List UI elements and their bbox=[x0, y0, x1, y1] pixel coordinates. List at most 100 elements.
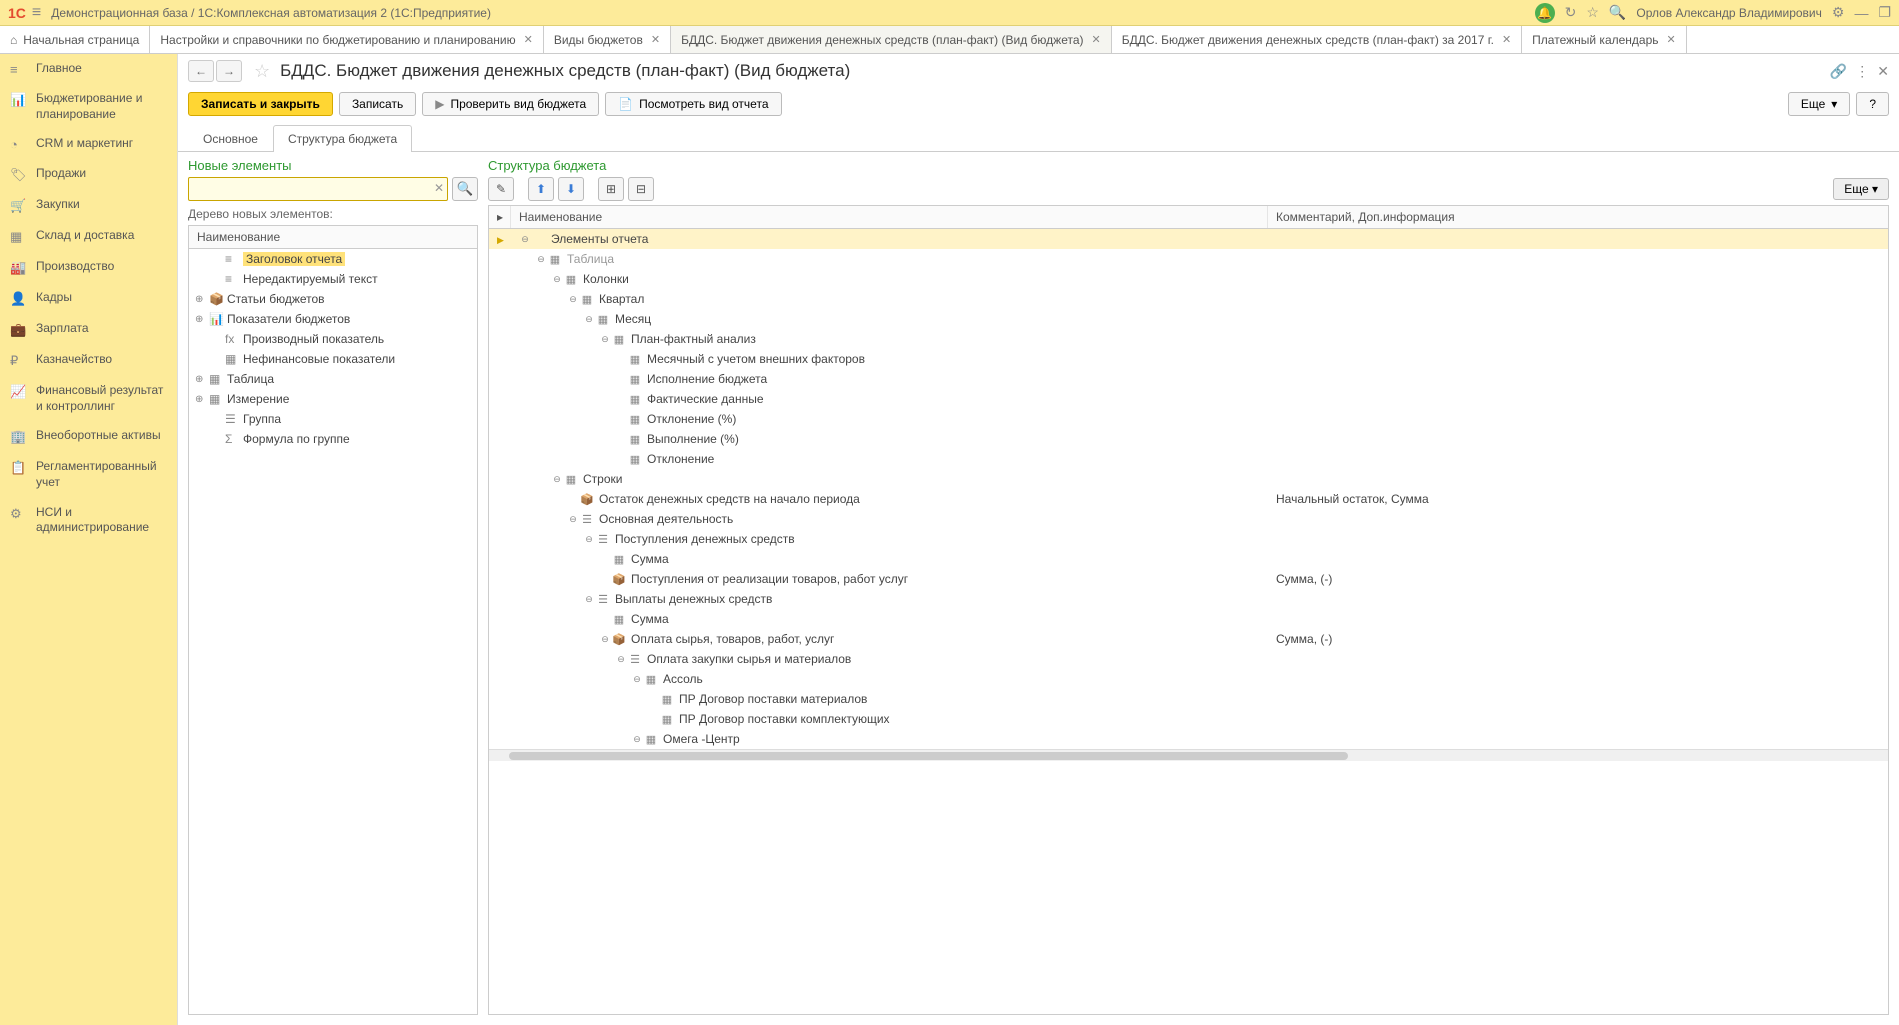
element-row-3[interactable]: ⊕📊Показатели бюджетов bbox=[189, 309, 477, 329]
move-down-button[interactable]: ⬇ bbox=[558, 177, 584, 201]
tab-close-icon[interactable]: ✕ bbox=[1092, 33, 1101, 46]
structure-row-25[interactable]: ⊖▦Омега -Центр bbox=[489, 729, 1888, 749]
notifications-icon[interactable]: 🔔 bbox=[1535, 3, 1555, 23]
expand-icon[interactable]: ⊖ bbox=[631, 734, 643, 745]
structure-row-7[interactable]: ▦Исполнение бюджета bbox=[489, 369, 1888, 389]
help-button[interactable]: ? bbox=[1856, 92, 1889, 116]
structure-row-8[interactable]: ▦Фактические данные bbox=[489, 389, 1888, 409]
minimize-icon[interactable]: — bbox=[1854, 5, 1868, 21]
structure-more-button[interactable]: Еще ▾ bbox=[1833, 178, 1889, 200]
restore-icon[interactable]: ❐ bbox=[1878, 4, 1891, 21]
element-row-4[interactable]: fxПроизводный показатель bbox=[189, 329, 477, 349]
expand-icon[interactable]: ⊕ bbox=[195, 374, 209, 385]
expand-icon[interactable]: ⊖ bbox=[599, 634, 611, 645]
view-report-button[interactable]: 📄 Посмотреть вид отчета bbox=[605, 92, 781, 116]
structure-row-14[interactable]: ⊖☰Основная деятельность bbox=[489, 509, 1888, 529]
sidebar-item-8[interactable]: 💼Зарплата bbox=[0, 314, 177, 345]
structure-row-1[interactable]: ⊖▦Таблица bbox=[489, 249, 1888, 269]
element-row-5[interactable]: ▦Нефинансовые показатели bbox=[189, 349, 477, 369]
sidebar-item-12[interactable]: 📋Регламентированный учет bbox=[0, 452, 177, 497]
structure-row-3[interactable]: ⊖▦Квартал bbox=[489, 289, 1888, 309]
expand-icon[interactable]: ⊕ bbox=[195, 394, 209, 405]
expand-icon[interactable]: ⊖ bbox=[551, 274, 563, 285]
nav-back-button[interactable]: ← bbox=[188, 60, 214, 82]
save-and-close-button[interactable]: Записать и закрыть bbox=[188, 92, 333, 116]
history-icon[interactable]: ↻ bbox=[1565, 4, 1577, 21]
structure-row-21[interactable]: ⊖☰Оплата закупки сырья и материалов bbox=[489, 649, 1888, 669]
structure-row-0[interactable]: ⊖Элементы отчета bbox=[489, 229, 1888, 249]
link-icon[interactable]: 🔗 bbox=[1830, 63, 1847, 80]
search-button[interactable]: 🔍 bbox=[452, 177, 478, 201]
tab-0[interactable]: ⌂Начальная страница bbox=[0, 26, 150, 53]
sidebar-item-2[interactable]: ◔CRM и маркетинг bbox=[0, 129, 177, 159]
edit-button[interactable]: ✎ bbox=[488, 177, 514, 201]
search-input[interactable] bbox=[188, 177, 448, 201]
structure-row-12[interactable]: ⊖▦Строки bbox=[489, 469, 1888, 489]
structure-row-19[interactable]: ▦Сумма bbox=[489, 609, 1888, 629]
main-menu-icon[interactable]: ≡ bbox=[32, 4, 41, 22]
close-page-icon[interactable]: ✕ bbox=[1877, 63, 1889, 80]
element-row-8[interactable]: ☰Группа bbox=[189, 409, 477, 429]
clear-search-icon[interactable]: ✕ bbox=[434, 181, 444, 195]
tab-2[interactable]: Виды бюджетов✕ bbox=[544, 26, 671, 53]
sidebar-item-1[interactable]: 📊Бюджетирование и планирование bbox=[0, 84, 177, 129]
structure-row-22[interactable]: ⊖▦Ассоль bbox=[489, 669, 1888, 689]
user-name[interactable]: Орлов Александр Владимирович bbox=[1636, 6, 1822, 20]
inner-tab-1[interactable]: Структура бюджета bbox=[273, 125, 412, 152]
tab-close-icon[interactable]: ✕ bbox=[1502, 33, 1511, 46]
sidebar-item-13[interactable]: ⚙НСИ и администрирование bbox=[0, 498, 177, 543]
name-column-header[interactable]: Наименование bbox=[511, 206, 1268, 228]
sidebar-item-5[interactable]: ▦Склад и доставка bbox=[0, 221, 177, 252]
favorites-icon[interactable]: ☆ bbox=[1586, 4, 1599, 21]
structure-row-6[interactable]: ▦Месячный с учетом внешних факторов bbox=[489, 349, 1888, 369]
more-icon[interactable]: ⋮ bbox=[1855, 63, 1869, 80]
collapse-all-button[interactable]: ⊟ bbox=[628, 177, 654, 201]
expand-icon[interactable]: ⊖ bbox=[631, 674, 643, 685]
tab-4[interactable]: БДДС. Бюджет движения денежных средств (… bbox=[1112, 26, 1522, 53]
sidebar-item-10[interactable]: 📈Финансовый результат и контроллинг bbox=[0, 376, 177, 421]
structure-row-17[interactable]: 📦Поступления от реализации товаров, рабо… bbox=[489, 569, 1888, 589]
expand-icon[interactable]: ⊕ bbox=[195, 294, 209, 305]
structure-row-9[interactable]: ▦Отклонение (%) bbox=[489, 409, 1888, 429]
search-icon[interactable]: 🔍 bbox=[1609, 4, 1626, 21]
element-row-1[interactable]: ≡Нередактируемый текст bbox=[189, 269, 477, 289]
tab-3[interactable]: БДДС. Бюджет движения денежных средств (… bbox=[671, 26, 1112, 53]
structure-row-5[interactable]: ⊖▦План-фактный анализ bbox=[489, 329, 1888, 349]
structure-row-23[interactable]: ▦ПР Договор поставки материалов bbox=[489, 689, 1888, 709]
tab-close-icon[interactable]: ✕ bbox=[524, 33, 533, 46]
structure-row-2[interactable]: ⊖▦Колонки bbox=[489, 269, 1888, 289]
comment-column-header[interactable]: Комментарий, Доп.информация bbox=[1268, 206, 1888, 228]
tab-5[interactable]: Платежный календарь✕ bbox=[1522, 26, 1687, 53]
structure-row-13[interactable]: 📦Остаток денежных средств на начало пери… bbox=[489, 489, 1888, 509]
sidebar-item-0[interactable]: ≡Главное bbox=[0, 54, 177, 84]
more-button[interactable]: Еще ▾ bbox=[1788, 92, 1850, 116]
sidebar-item-7[interactable]: 👤Кадры bbox=[0, 283, 177, 314]
sidebar-item-3[interactable]: 🏷Продажи bbox=[0, 159, 177, 190]
element-row-2[interactable]: ⊕📦Статьи бюджетов bbox=[189, 289, 477, 309]
element-row-6[interactable]: ⊕▦Таблица bbox=[189, 369, 477, 389]
structure-row-11[interactable]: ▦Отклонение bbox=[489, 449, 1888, 469]
expand-icon[interactable]: ⊖ bbox=[551, 474, 563, 485]
element-row-9[interactable]: ΣФормула по группе bbox=[189, 429, 477, 449]
structure-row-24[interactable]: ▦ПР Договор поставки комплектующих bbox=[489, 709, 1888, 729]
expand-all-button[interactable]: ⊞ bbox=[598, 177, 624, 201]
sidebar-item-9[interactable]: ₽Казначейство bbox=[0, 345, 177, 376]
nav-forward-button[interactable]: → bbox=[216, 60, 242, 82]
expand-icon[interactable]: ⊕ bbox=[195, 314, 209, 325]
structure-row-4[interactable]: ⊖▦Месяц bbox=[489, 309, 1888, 329]
expand-icon[interactable]: ⊖ bbox=[567, 294, 579, 305]
sidebar-item-4[interactable]: 🛒Закупки bbox=[0, 190, 177, 221]
structure-row-10[interactable]: ▦Выполнение (%) bbox=[489, 429, 1888, 449]
marker-column[interactable]: ▸ bbox=[489, 206, 511, 228]
structure-row-18[interactable]: ⊖☰Выплаты денежных средств bbox=[489, 589, 1888, 609]
element-row-0[interactable]: ≡Заголовок отчета bbox=[189, 249, 477, 269]
expand-icon[interactable]: ⊖ bbox=[535, 254, 547, 265]
settings-icon[interactable]: ⚙ bbox=[1832, 4, 1845, 21]
element-row-7[interactable]: ⊕▦Измерение bbox=[189, 389, 477, 409]
move-up-button[interactable]: ⬆ bbox=[528, 177, 554, 201]
inner-tab-0[interactable]: Основное bbox=[188, 125, 273, 152]
save-button[interactable]: Записать bbox=[339, 92, 416, 116]
favorite-star-icon[interactable]: ☆ bbox=[254, 61, 270, 82]
sidebar-item-6[interactable]: 🏭Производство bbox=[0, 252, 177, 283]
structure-row-15[interactable]: ⊖☰Поступления денежных средств bbox=[489, 529, 1888, 549]
